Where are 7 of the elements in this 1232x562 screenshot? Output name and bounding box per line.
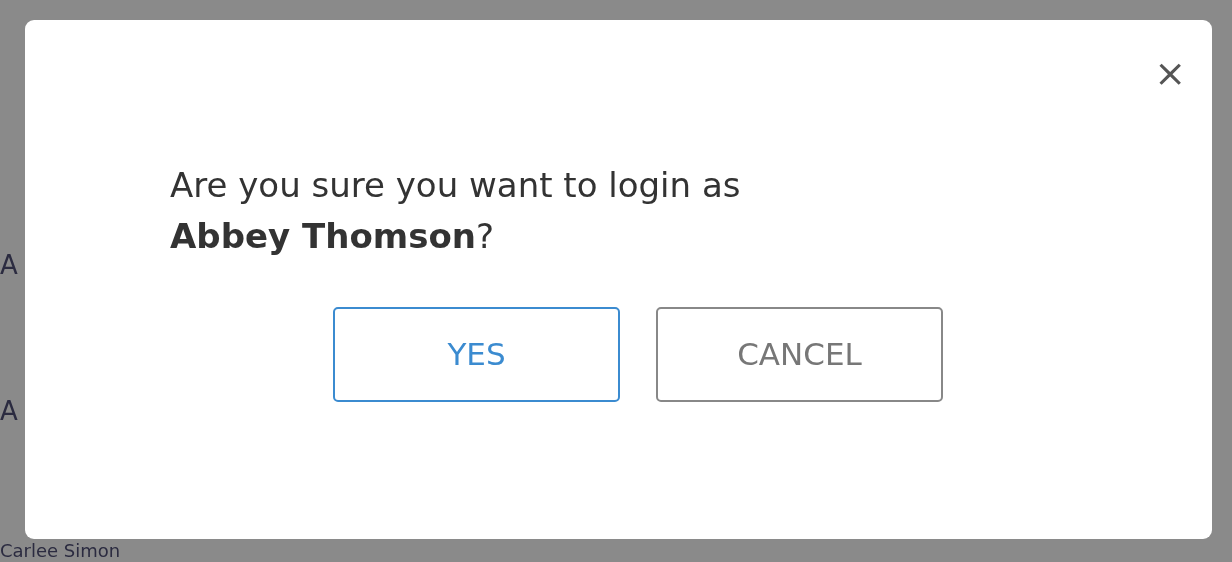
- cancel-button[interactable]: CANCEL: [656, 307, 943, 402]
- yes-button[interactable]: YES: [333, 307, 620, 402]
- confirm-message: Are you sure you want to login as Abbey Thomson?: [170, 164, 742, 258]
- row-name: A: [0, 252, 18, 278]
- row-name: Carlee Simon: [0, 542, 121, 560]
- close-button[interactable]: ×: [1150, 54, 1190, 92]
- row-name: A: [0, 398, 18, 424]
